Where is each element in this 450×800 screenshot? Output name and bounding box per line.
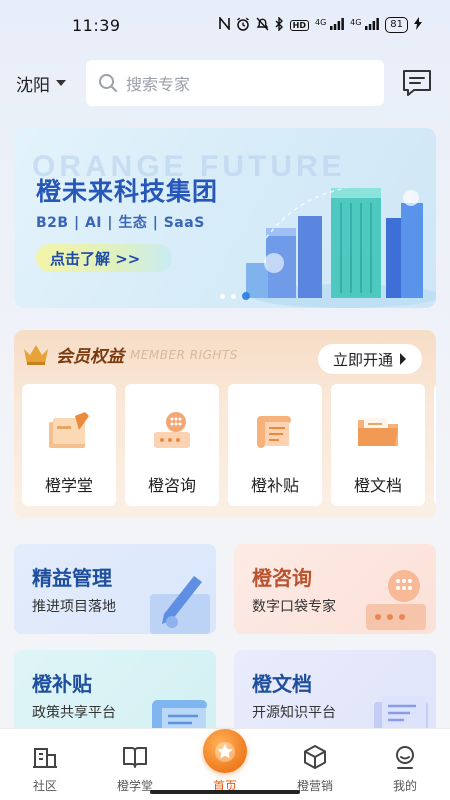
feature-subtitle: 开源知识平台 — [252, 705, 336, 721]
member-tile-peek — [434, 384, 436, 506]
tab-community[interactable]: 社区 — [0, 729, 90, 800]
mute-bell-icon — [256, 17, 269, 34]
promo-banner[interactable]: ORANGE FUTURE 橙未来科技集团 B2B | AI | 生态 | Sa… — [14, 128, 436, 308]
search-input[interactable]: 搜索专家 — [86, 60, 384, 106]
bluetooth-icon — [275, 15, 284, 34]
tab-label: 橙营销 — [296, 779, 333, 793]
cube-icon — [304, 745, 326, 769]
phone-dial-icon — [366, 570, 426, 630]
tab-label: 社区 — [32, 779, 57, 793]
tile-label: 橙咨询 — [147, 476, 196, 495]
charging-icon — [414, 17, 422, 33]
tab-profile[interactable]: 我的 — [360, 729, 450, 800]
phone-dial-icon — [154, 412, 190, 448]
tile-label: 橙文档 — [353, 476, 402, 495]
feature-lean-management[interactable]: 精益管理 推进项目落地 — [14, 544, 216, 634]
member-subtitle: MEMBER RIGHTS — [130, 347, 238, 362]
tab-label: 我的 — [392, 779, 417, 793]
profile-icon — [396, 746, 414, 769]
network-label-1: 4G — [315, 17, 327, 27]
feature-title: 橙咨询 — [252, 566, 312, 590]
member-rights-card: 会员权益 MEMBER RIGHTS 立即开通 橙学堂 橙咨询 橙补贴 橙文档 — [14, 330, 436, 518]
tile-label: 橙补贴 — [250, 476, 299, 495]
medal-star-icon — [215, 742, 235, 762]
signal-icon-1: 4G — [315, 17, 345, 33]
tab-label: 橙学堂 — [116, 779, 153, 793]
message-icon — [403, 70, 431, 96]
nfc-icon — [218, 15, 230, 33]
network-label-2: 4G — [350, 17, 362, 27]
city-buildings-illustration — [246, 187, 436, 308]
book-icon — [123, 747, 147, 768]
alarm-icon — [236, 17, 250, 34]
scroll-icon — [257, 416, 291, 448]
hd-badge: HD — [289, 19, 310, 31]
book-pen-icon — [49, 412, 89, 448]
battery-indicator: 81 — [385, 17, 408, 33]
feature-subtitle: 推进项目落地 — [32, 599, 116, 615]
feature-title: 橙补贴 — [32, 672, 92, 696]
banner-subtitle: B2B | AI | 生态 | SaaS — [36, 215, 205, 231]
status-icons: HD 4G 4G 81 — [218, 15, 422, 34]
open-membership-button[interactable]: 立即开通 — [318, 344, 422, 374]
carousel-dot[interactable] — [231, 293, 236, 299]
search-placeholder: 搜索专家 — [126, 75, 191, 94]
status-time: 11:39 — [72, 15, 121, 35]
feature-subtitle: 政策共享平台 — [32, 705, 116, 721]
header: 沈阳 搜索专家 — [0, 58, 450, 108]
member-tile-consult[interactable]: 橙咨询 — [125, 384, 219, 506]
tile-label: 橙学堂 — [44, 476, 93, 495]
feature-consult[interactable]: 橙咨询 数字口袋专家 — [234, 544, 436, 634]
community-icon — [33, 748, 57, 768]
member-title: 会员权益 — [56, 347, 124, 367]
member-tiles: 橙学堂 橙咨询 橙补贴 橙文档 — [22, 384, 436, 506]
search-icon — [99, 74, 117, 92]
home-indicator — [150, 790, 300, 794]
feature-subtitle: 数字口袋专家 — [252, 599, 336, 615]
feature-docs[interactable]: 橙文档 开源知识平台 — [234, 650, 436, 740]
city-label: 沈阳 — [16, 75, 50, 96]
member-header: 会员权益 MEMBER RIGHTS — [22, 342, 238, 367]
city-selector[interactable]: 沈阳 — [16, 71, 86, 96]
chevron-right-icon — [400, 353, 406, 365]
member-tile-school[interactable]: 橙学堂 — [22, 384, 116, 506]
open-membership-label: 立即开通 — [332, 350, 393, 369]
folder-icon — [358, 418, 398, 446]
carousel-dot[interactable] — [220, 293, 225, 299]
pen-card-icon — [150, 576, 210, 634]
crown-icon — [24, 344, 48, 365]
message-button[interactable] — [400, 66, 434, 100]
feature-title: 精益管理 — [32, 566, 112, 590]
feature-title: 橙文档 — [252, 672, 312, 696]
member-tile-subsidy[interactable]: 橙补贴 — [228, 384, 322, 506]
caret-down-icon — [56, 80, 66, 86]
signal-icon-2: 4G — [350, 17, 380, 33]
banner-title: 橙未来科技集团 — [36, 177, 219, 206]
status-bar: 11:39 HD 4G 4G 81 — [0, 0, 450, 50]
feature-subsidy[interactable]: 橙补贴 政策共享平台 — [14, 650, 216, 740]
banner-cta-button[interactable]: 点击了解 >> — [36, 244, 172, 272]
carousel-dot-active[interactable] — [242, 292, 250, 300]
carousel-dots — [220, 292, 250, 300]
member-tile-docs[interactable]: 橙文档 — [331, 384, 425, 506]
home-button — [203, 729, 247, 773]
